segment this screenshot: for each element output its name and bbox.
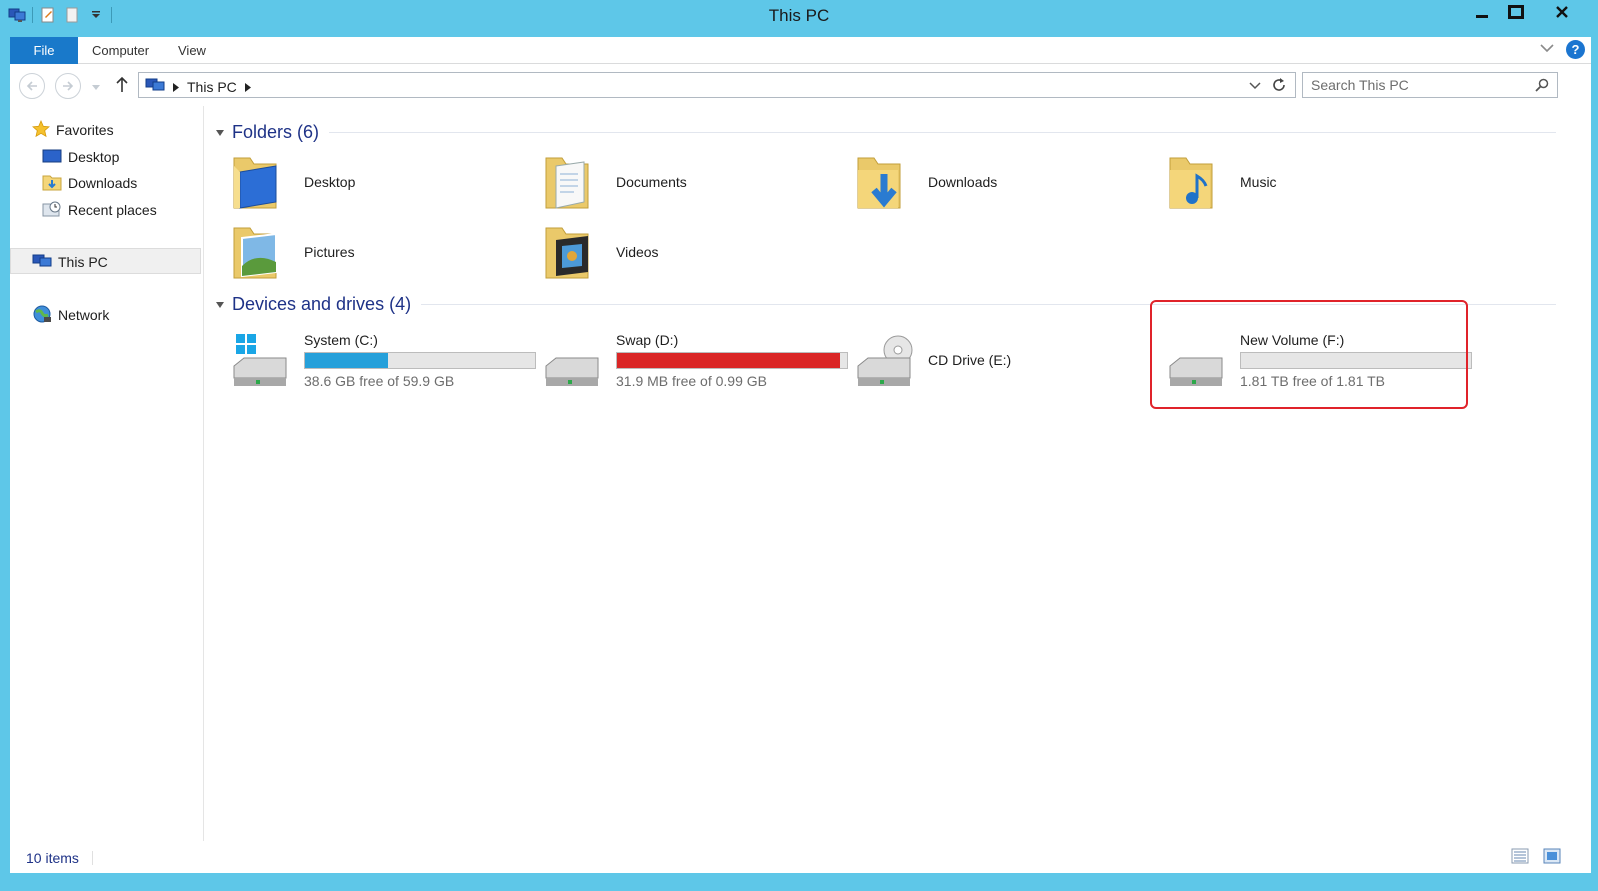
title-bar: This PC bbox=[0, 0, 1598, 34]
help-icon[interactable]: ? bbox=[1566, 40, 1585, 59]
sidebar-item-label: Desktop bbox=[68, 149, 120, 165]
breadcrumb-this-pc[interactable]: This PC bbox=[187, 79, 237, 95]
star-icon bbox=[32, 119, 50, 141]
desktop-icon bbox=[42, 148, 62, 167]
expand-ribbon-icon[interactable] bbox=[1540, 42, 1554, 57]
group-title: Devices and drives (4) bbox=[232, 294, 412, 314]
sidebar-item-label: This PC bbox=[58, 254, 108, 270]
folder-pictures-icon bbox=[230, 222, 286, 282]
drive-label: Swap (D:) bbox=[616, 332, 679, 348]
ribbon-right-controls: ? bbox=[1540, 40, 1585, 59]
folder-tile-desktop[interactable]: Desktop bbox=[222, 150, 522, 212]
group-title: Folders (6) bbox=[232, 122, 320, 142]
recent-places-icon bbox=[42, 200, 62, 221]
folder-desktop-icon bbox=[230, 152, 286, 212]
window-title: This PC bbox=[768, 6, 830, 25]
drive-free-space: 31.9 MB free of 0.99 GB bbox=[616, 373, 767, 389]
tab-computer[interactable]: Computer bbox=[92, 37, 149, 64]
folder-tile-documents[interactable]: Documents bbox=[534, 150, 834, 212]
collapse-caret-icon[interactable] bbox=[216, 129, 224, 136]
folder-tile-music[interactable]: Music bbox=[1158, 150, 1458, 212]
folder-label: Music bbox=[1240, 174, 1277, 190]
folder-label: Desktop bbox=[304, 174, 356, 190]
navigation-pane: Favorites Desktop Downloads Recent place… bbox=[10, 106, 204, 841]
folder-label: Pictures bbox=[304, 244, 355, 260]
drive-label: CD Drive (E:) bbox=[928, 352, 1012, 368]
drive-free-space: 38.6 GB free of 59.9 GB bbox=[304, 373, 455, 389]
view-switcher bbox=[1511, 848, 1561, 868]
explorer-window: This PC File Computer View ? This PC Sea… bbox=[0, 0, 1598, 891]
breadcrumb-separator-icon[interactable] bbox=[173, 79, 179, 95]
sidebar-item-label: Recent places bbox=[68, 202, 157, 218]
system-drive-icon bbox=[230, 330, 287, 390]
sidebar-item-label: Network bbox=[58, 307, 110, 323]
maximize-button[interactable] bbox=[1499, 0, 1533, 23]
status-separator bbox=[92, 851, 93, 865]
sidebar-item-desktop[interactable]: Desktop bbox=[42, 145, 119, 169]
large-icons-view-icon[interactable] bbox=[1543, 848, 1561, 868]
drive-tile-e[interactable]: CD Drive (E:) bbox=[846, 328, 1146, 390]
drive-usage-bar bbox=[616, 352, 848, 369]
collapse-caret-icon[interactable] bbox=[216, 301, 224, 308]
up-arrow-icon[interactable] bbox=[115, 75, 129, 97]
search-box[interactable] bbox=[1302, 72, 1558, 98]
folder-documents-icon bbox=[542, 152, 598, 212]
folder-tile-videos[interactable]: Videos bbox=[534, 220, 834, 282]
refresh-icon[interactable] bbox=[1271, 77, 1287, 97]
downloads-folder-icon bbox=[42, 173, 62, 194]
folder-label: Documents bbox=[616, 174, 687, 190]
folders-group-header[interactable]: Folders (6) bbox=[216, 122, 1556, 143]
folder-videos-icon bbox=[542, 222, 598, 282]
minimize-button[interactable] bbox=[1465, 0, 1499, 23]
explorer-body: Favorites Desktop Downloads Recent place… bbox=[10, 106, 1591, 841]
hard-drive-icon bbox=[542, 330, 599, 390]
drive-tile-d[interactable]: Swap (D:) 31.9 MB free of 0.99 GB bbox=[534, 328, 864, 390]
drive-usage-fill bbox=[617, 353, 841, 368]
close-button[interactable] bbox=[1533, 0, 1591, 23]
tab-view[interactable]: View bbox=[178, 37, 206, 64]
drive-usage-fill bbox=[305, 353, 388, 368]
this-pc-icon bbox=[32, 253, 52, 272]
item-count: 10 items bbox=[26, 850, 79, 866]
this-pc-icon bbox=[145, 77, 165, 96]
forward-button[interactable] bbox=[55, 73, 81, 99]
sidebar-item-network[interactable]: Network bbox=[32, 303, 109, 327]
folder-tile-pictures[interactable]: Pictures bbox=[222, 220, 522, 282]
breadcrumb-separator-icon[interactable] bbox=[244, 79, 251, 95]
folder-label: Videos bbox=[616, 244, 659, 260]
sidebar-item-this-pc[interactable]: This PC bbox=[32, 250, 108, 274]
details-view-icon[interactable] bbox=[1511, 848, 1529, 868]
sidebar-item-recent-places[interactable]: Recent places bbox=[42, 198, 157, 222]
address-bar[interactable]: This PC bbox=[138, 72, 1296, 98]
folder-label: Downloads bbox=[928, 174, 998, 190]
navigation-bar: This PC bbox=[10, 64, 1591, 106]
back-button[interactable] bbox=[19, 73, 45, 99]
sidebar-item-downloads[interactable]: Downloads bbox=[42, 171, 137, 195]
recent-locations-icon[interactable] bbox=[92, 80, 100, 95]
search-icon[interactable] bbox=[1535, 78, 1549, 96]
sidebar-item-label: Favorites bbox=[56, 122, 114, 138]
chevron-down-icon[interactable] bbox=[1249, 79, 1261, 94]
sidebar-item-label: Downloads bbox=[68, 175, 138, 191]
folder-music-icon bbox=[1166, 152, 1222, 212]
drive-label: System (C:) bbox=[304, 332, 378, 348]
search-input[interactable] bbox=[1311, 76, 1521, 94]
drive-usage-bar bbox=[304, 352, 536, 369]
highlight-box bbox=[1150, 300, 1468, 409]
tab-file[interactable]: File bbox=[10, 37, 78, 64]
group-divider bbox=[329, 132, 1556, 133]
folder-tile-downloads[interactable]: Downloads bbox=[846, 150, 1146, 212]
ribbon: File Computer View ? bbox=[10, 37, 1591, 64]
content-pane: Folders (6) Desktop Documents Downloads … bbox=[210, 106, 1590, 841]
folder-downloads-icon bbox=[854, 152, 910, 212]
cd-drive-icon bbox=[854, 330, 913, 390]
drive-tile-c[interactable]: System (C:) 38.6 GB free of 59.9 GB bbox=[222, 328, 552, 390]
sidebar-item-favorites[interactable]: Favorites bbox=[32, 118, 114, 142]
status-bar: 10 items bbox=[10, 841, 1591, 873]
network-icon bbox=[32, 304, 52, 327]
